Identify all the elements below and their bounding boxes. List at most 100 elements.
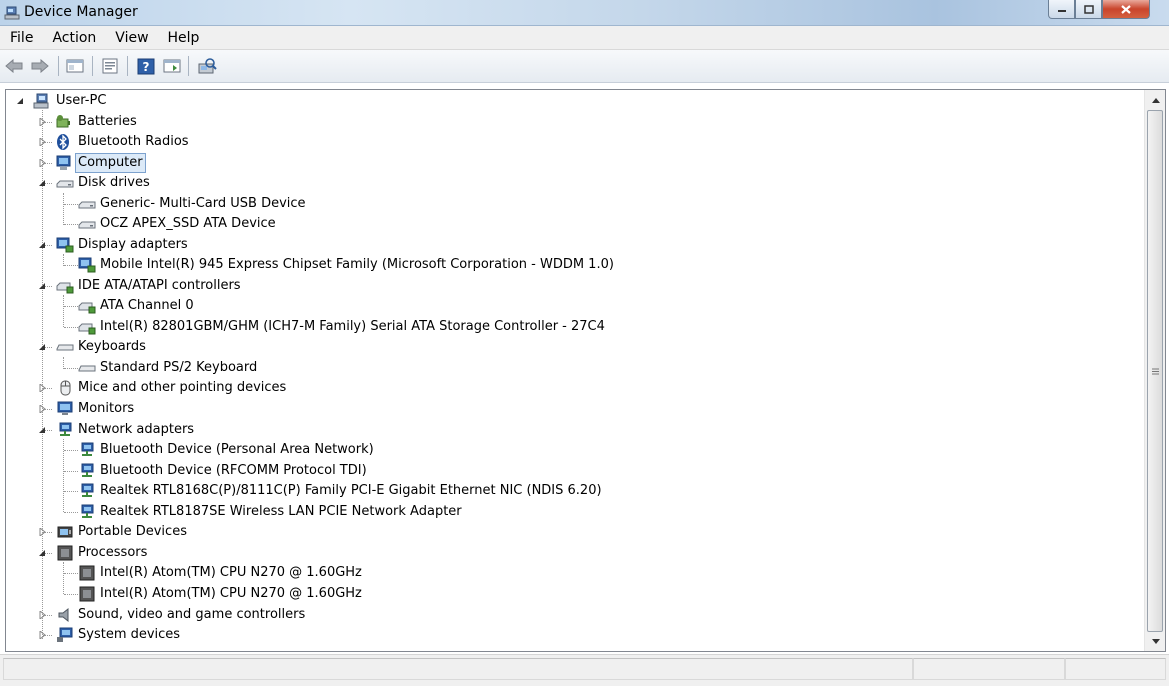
tree-leaf-net-realtek-ethernet[interactable]: Realtek RTL8168C(P)/8111C(P) Family PCI-… (6, 481, 906, 501)
menu-view[interactable]: View (105, 30, 157, 46)
tree-node-label: Display adapters (78, 237, 188, 252)
expand-triangle-icon[interactable] (39, 405, 46, 413)
tree-leaf-ata-intel[interactable]: Intel(R) 82801GBM/GHM (ICH7-M Family) Se… (6, 317, 906, 337)
tree-node-disk-drives[interactable]: Disk drives (6, 173, 606, 193)
tree-node-ide-controllers[interactable]: IDE ATA/ATAPI controllers (6, 276, 606, 296)
tree-leaf-net-bt-pan[interactable]: Bluetooth Device (Personal Area Network) (6, 440, 806, 460)
tree-leaf-cpu-1[interactable]: Intel(R) Atom(TM) CPU N270 @ 1.60GHz (6, 563, 806, 583)
tree-leaf-label: Intel(R) 82801GBM/GHM (ICH7-M Family) Se… (100, 319, 605, 334)
menu-bar: File Action View Help (0, 26, 1169, 50)
speaker-icon (58, 607, 69, 623)
network-adapter-icon (81, 463, 94, 477)
back-arrow-icon (5, 59, 23, 73)
forward-arrow-icon (31, 59, 49, 73)
network-adapter-icon (81, 504, 94, 518)
grip-icon (1151, 368, 1159, 374)
tree-leaf-disk-ocz[interactable]: OCZ APEX_SSD ATA Device (6, 214, 806, 234)
minimize-icon (1057, 10, 1066, 12)
status-cell-main (3, 658, 913, 680)
forward-button[interactable] (30, 57, 50, 75)
tree-node-batteries[interactable]: Batteries (6, 112, 606, 132)
properties-button[interactable] (100, 57, 120, 75)
expand-triangle-icon[interactable] (39, 138, 46, 146)
tree-node-computer[interactable]: Computer (6, 153, 606, 173)
system-device-icon (57, 627, 73, 642)
collapse-triangle-icon[interactable] (39, 179, 46, 187)
scroll-down-arrow-icon (1151, 639, 1160, 644)
tree-node-processors[interactable]: Processors (6, 543, 606, 563)
expand-triangle-icon[interactable] (39, 528, 46, 536)
collapse-triangle-icon[interactable] (39, 549, 46, 557)
menu-file[interactable]: File (0, 30, 42, 46)
scroll-up-arrow-icon (1151, 98, 1160, 103)
tree-node-label: Mice and other pointing devices (78, 380, 287, 395)
tree-leaf-keyboard-ps2[interactable]: Standard PS/2 Keyboard (6, 358, 806, 378)
tree-leaf-net-realtek-wireless[interactable]: Realtek RTL8187SE Wireless LAN PCIE Netw… (6, 502, 806, 522)
maximize-button[interactable] (1075, 0, 1102, 19)
close-button[interactable] (1102, 0, 1150, 19)
tree-node-network-adapters[interactable]: Network adapters (6, 420, 606, 440)
keyboard-icon (56, 344, 74, 351)
tree-node-monitors[interactable]: Monitors (6, 399, 606, 419)
back-button[interactable] (4, 57, 24, 75)
expand-triangle-icon[interactable] (39, 118, 46, 126)
tree-leaf-label: Bluetooth Device (RFCOMM Protocol TDI) (100, 463, 367, 478)
collapse-triangle-icon[interactable] (39, 343, 46, 351)
disk-drive-icon (56, 180, 74, 188)
tree-leaf-display-intel[interactable]: Mobile Intel(R) 945 Express Chipset Fami… (6, 255, 906, 275)
bluetooth-icon (57, 134, 69, 150)
mouse-icon (60, 380, 71, 396)
expand-triangle-icon[interactable] (39, 159, 46, 167)
menu-help[interactable]: Help (158, 30, 209, 46)
tree-root-label: User-PC (56, 93, 107, 108)
collapse-triangle-icon[interactable] (39, 282, 46, 290)
tree-node-label: Keyboards (78, 339, 146, 354)
tree-node-bluetooth-radios[interactable]: Bluetooth Radios (6, 132, 606, 152)
tree-node-label: Processors (78, 545, 148, 560)
collapse-triangle-icon[interactable] (39, 241, 46, 249)
tree-node-portable-devices[interactable]: Portable Devices (6, 522, 606, 542)
tree-root[interactable]: User-PC (6, 91, 606, 111)
minimize-button[interactable] (1048, 0, 1075, 19)
tree-node-label: Network adapters (78, 422, 195, 437)
tree-leaf-ata-channel[interactable]: ATA Channel 0 (6, 296, 806, 316)
display-adapter-icon (56, 237, 74, 253)
tree-node-keyboards[interactable]: Keyboards (6, 337, 606, 357)
tree-node-mice[interactable]: Mice and other pointing devices (6, 378, 606, 398)
network-adapter-icon (81, 483, 94, 497)
expand-triangle-icon[interactable] (39, 384, 46, 392)
device-tree[interactable]: User-PC Batteries Bluetooth Radios Compu… (6, 90, 1144, 651)
tree-leaf-net-bt-rfcomm[interactable]: Bluetooth Device (RFCOMM Protocol TDI) (6, 461, 806, 481)
expand-triangle-icon[interactable] (39, 611, 46, 619)
close-icon (1121, 4, 1131, 14)
expand-triangle-icon[interactable] (39, 631, 46, 639)
show-hide-tree-icon (66, 59, 84, 73)
monitor-icon (57, 401, 73, 415)
scrollbar-thumb[interactable] (1147, 110, 1163, 632)
tree-leaf-cpu-2[interactable]: Intel(R) Atom(TM) CPU N270 @ 1.60GHz (6, 584, 806, 604)
vertical-scrollbar[interactable] (1144, 90, 1165, 651)
run-button[interactable] (162, 57, 182, 75)
status-bar (0, 654, 1169, 686)
toolbar: ? (0, 50, 1169, 83)
tree-node-system-devices[interactable]: System devices (6, 625, 606, 645)
tree-leaf-label: Generic- Multi-Card USB Device (100, 196, 306, 211)
scroll-down-button[interactable] (1145, 633, 1165, 650)
title-bar[interactable]: Device Manager (0, 0, 1169, 26)
menu-action[interactable]: Action (42, 30, 105, 46)
tree-leaf-disk-generic[interactable]: Generic- Multi-Card USB Device (6, 194, 806, 214)
display-adapter-icon (78, 257, 96, 273)
scroll-up-button[interactable] (1145, 92, 1165, 109)
keyboard-icon (78, 365, 96, 372)
device-manager-icon (4, 5, 20, 25)
collapse-triangle-icon[interactable] (17, 97, 24, 105)
tree-node-sound[interactable]: Sound, video and game controllers (6, 605, 606, 625)
tree-node-label: Disk drives (78, 175, 150, 190)
tree-node-display-adapters[interactable]: Display adapters (6, 235, 606, 255)
show-hide-tree-button[interactable] (65, 57, 85, 75)
help-button[interactable]: ? (136, 57, 156, 75)
tree-node-label: Batteries (78, 114, 137, 129)
processor-icon (57, 545, 73, 561)
collapse-triangle-icon[interactable] (39, 426, 46, 434)
scan-hardware-button[interactable] (197, 57, 217, 75)
